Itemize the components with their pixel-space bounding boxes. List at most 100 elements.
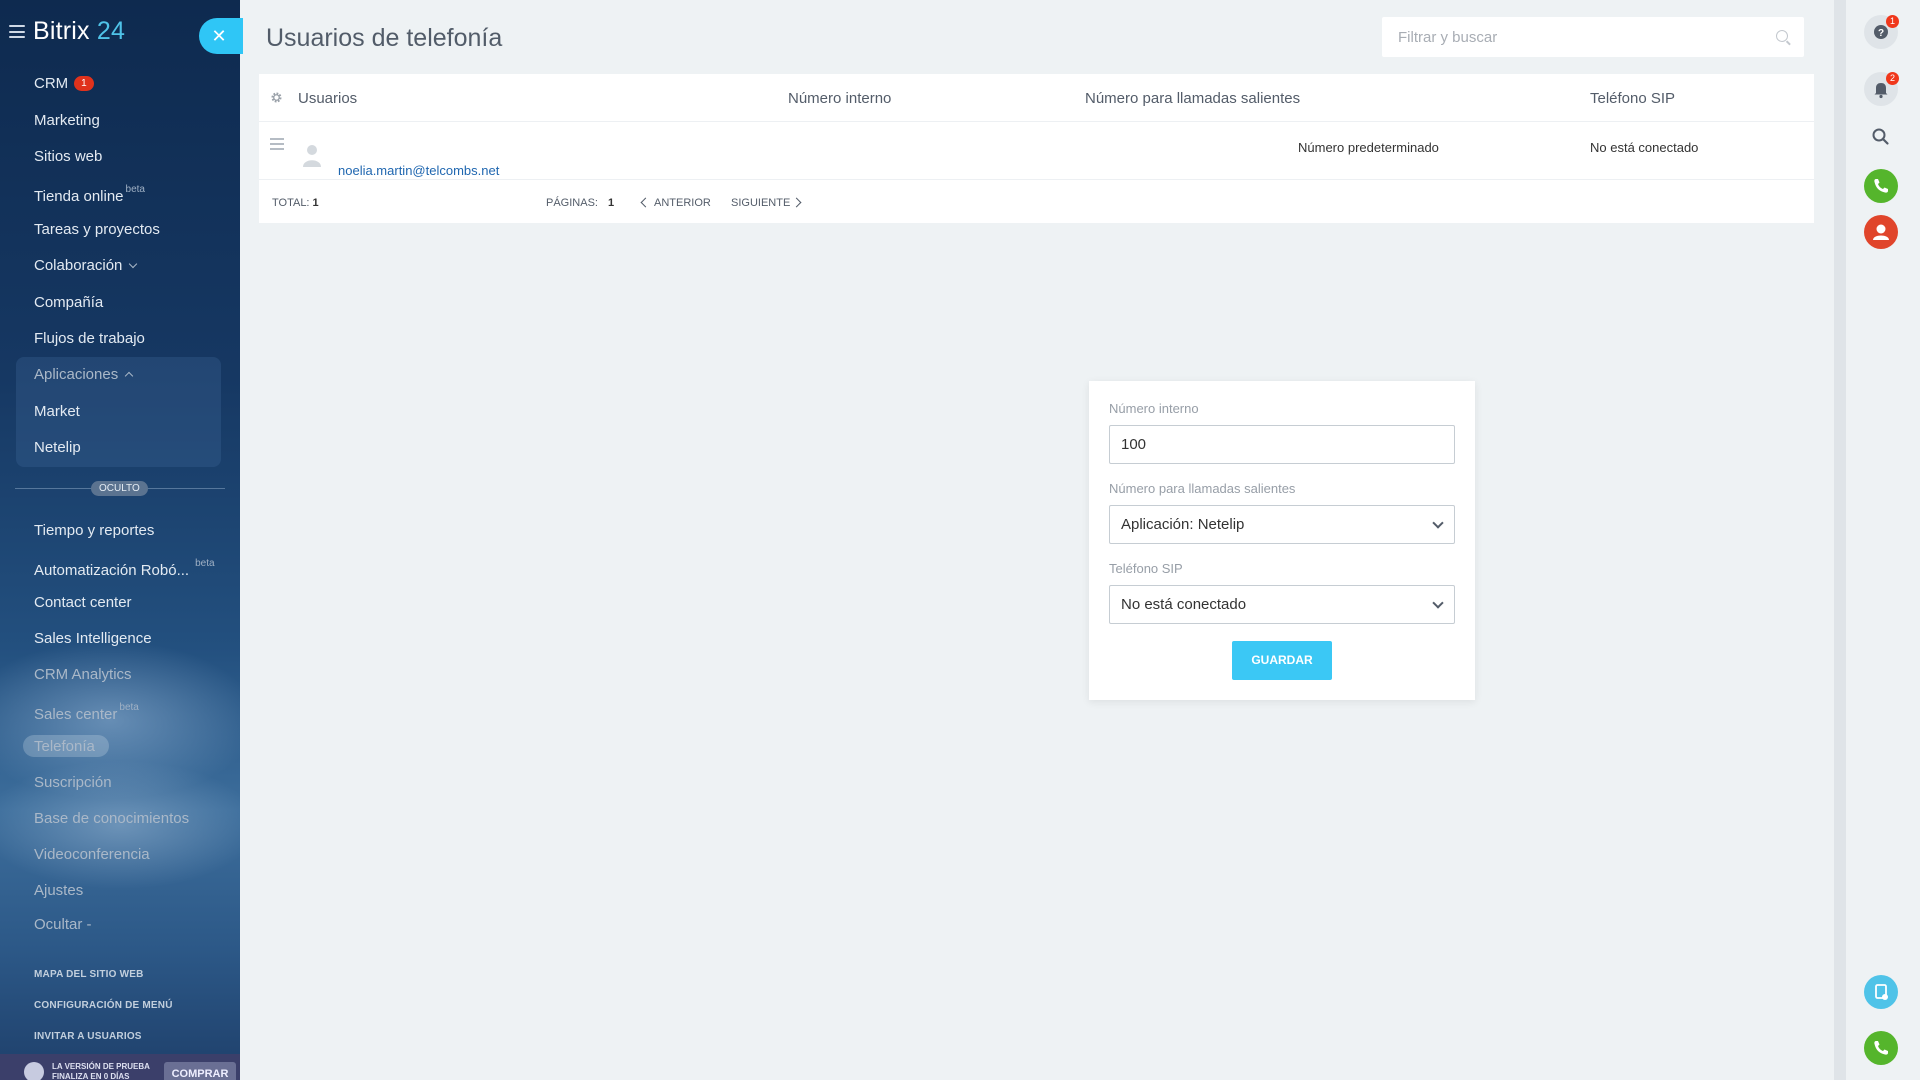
left-sidebar: Bitrix 24 CRM 1 Marketing Sitios web Tien… (0, 0, 240, 1080)
sidebar-item-label: Sales center (34, 706, 118, 723)
buy-button[interactable]: COMPRAR (164, 1062, 236, 1080)
sidebar-item-ajustes[interactable]: Ajustes (34, 882, 83, 899)
prev-label: ANTERIOR (654, 197, 711, 209)
users-grid: Usuarios Número interno Número para llam… (259, 74, 1814, 223)
chevron-down-icon (1432, 597, 1444, 609)
notifications-badge: 2 (1886, 72, 1899, 85)
sidebar-item-flujos-de-trabajo[interactable]: Flujos de trabajo (34, 330, 145, 347)
document-chat-icon (1875, 984, 1888, 1000)
help-button[interactable]: ? 1 (1864, 15, 1899, 49)
sidebar-item-marketing[interactable]: Marketing (34, 112, 100, 129)
sidebar-item-automatizacion[interactable]: Automatización Robó... beta (34, 558, 215, 579)
sidebar-item-label: Aplicaciones (34, 366, 119, 383)
sidebar-item-market[interactable]: Market (34, 403, 80, 420)
grid-header: Usuarios Número interno Número para llam… (259, 74, 1814, 122)
close-icon: ✕ (211, 26, 227, 46)
menu-settings-link[interactable]: CONFIGURACIÓN DE MENÚ (34, 1000, 173, 1011)
internal-number-label: Número interno (1109, 401, 1199, 416)
telephony-button[interactable] (1864, 169, 1898, 203)
outgoing-number-label: Número para llamadas salientes (1109, 481, 1296, 496)
column-header-usuarios[interactable]: Usuarios (298, 90, 357, 107)
sidebar-item-aplicaciones[interactable]: Aplicaciones (34, 366, 134, 383)
sidebar-item-contact-center[interactable]: Contact center (34, 594, 132, 611)
sidebar-item-tareas[interactable]: Tareas y proyectos (34, 221, 160, 238)
sidebar-item-sales-center[interactable]: Sales center beta (34, 702, 139, 723)
grid-footer: TOTAL: 1 PÁGINAS: 1 ANTERIOR SIGUIENTE (259, 180, 1814, 223)
search-input[interactable] (1382, 17, 1762, 57)
sidebar-item-sales-intelligence[interactable]: Sales Intelligence (34, 630, 152, 647)
search-icon[interactable] (1776, 30, 1788, 42)
sidebar-item-crm-analytics[interactable]: CRM Analytics (34, 666, 132, 683)
next-page-link[interactable]: SIGUIENTE (731, 197, 802, 209)
sidebar-item-ocultar[interactable]: Ocultar - (34, 916, 92, 933)
right-panel: ? 1 2 (1834, 0, 1920, 1080)
bitrix24-logo[interactable]: Bitrix 24 (33, 17, 125, 46)
sidebar-item-netelip[interactable]: Netelip (34, 439, 81, 456)
phone-icon (1874, 179, 1888, 193)
total-label: TOTAL: (272, 197, 310, 209)
sidebar-item-label: Colaboración (34, 257, 123, 274)
user-email-link[interactable]: noelia.martin@telcombs.net (338, 163, 499, 178)
sidebar-item-label: Tienda online (34, 188, 124, 205)
hamburger-menu-icon[interactable] (9, 25, 25, 38)
row-menu-icon[interactable] (270, 138, 284, 153)
sidebar-item-tienda-online[interactable]: Tienda online beta (34, 184, 145, 205)
sitemap-link[interactable]: MAPA DEL SITIO WEB (34, 969, 144, 980)
sidebar-item-tiempo-reportes[interactable]: Tiempo y reportes (34, 522, 154, 539)
chat-button[interactable] (1864, 975, 1898, 1009)
cell-numero-salientes: Número predeterminado (1298, 140, 1439, 155)
chevron-up-icon (124, 371, 134, 381)
trial-banner: LA VERSIÓN DE PRUEBA FINALIZA EN 0 DÍAS … (0, 1054, 240, 1080)
sidebar-item-compania[interactable]: Compañía (34, 294, 103, 311)
column-header-telefono-sip[interactable]: Teléfono SIP (1590, 90, 1675, 107)
close-sidebar-button[interactable]: ✕ (199, 18, 243, 54)
beta-tag: beta (195, 558, 215, 569)
search-button[interactable] (1864, 120, 1898, 154)
beta-tag: beta (119, 702, 139, 713)
gear-icon[interactable] (270, 91, 283, 104)
search-icon (1872, 128, 1889, 145)
main-content: Usuarios de telefonía Usuarios Número in… (240, 0, 1834, 1080)
previous-page-link[interactable]: ANTERIOR (640, 197, 711, 209)
sidebar-item-base-conocimientos[interactable]: Base de conocimientos (34, 810, 189, 827)
total-value: 1 (312, 197, 319, 209)
sidebar-item-sitios-web[interactable]: Sitios web (34, 148, 102, 165)
logo-text: Bitrix (33, 17, 90, 45)
call-button[interactable] (1864, 1031, 1898, 1065)
sidebar-item-telefonia[interactable]: Telefonía (34, 738, 95, 755)
invite-users-link[interactable]: INVITAR A USUARIOS (34, 1031, 142, 1042)
sidebar-item-label: Automatización Robó... (34, 562, 190, 579)
phone-icon (1874, 1041, 1888, 1055)
user-icon (1873, 224, 1889, 240)
cell-telefono-sip: No está conectado (1590, 140, 1699, 155)
save-button[interactable]: GUARDAR (1232, 641, 1332, 680)
logo-number: 24 (96, 17, 126, 45)
next-label: SIGUIENTE (731, 197, 791, 209)
user-settings-popup: Número interno 100 Número para llamadas … (1089, 381, 1475, 700)
sidebar-item-crm[interactable]: CRM 1 (34, 75, 94, 92)
sidebar-item-videoconferencia[interactable]: Videoconferencia (34, 846, 150, 863)
crm-counter-badge: 1 (74, 76, 94, 91)
hidden-section-label: OCULTO (91, 481, 148, 496)
sip-phone-value: No está conectado (1121, 596, 1247, 613)
sidebar-item-suscripcion[interactable]: Suscripción (34, 774, 112, 791)
filter-search-box[interactable] (1382, 17, 1804, 57)
user-profile-button[interactable] (1864, 215, 1898, 249)
current-page[interactable]: 1 (608, 197, 614, 209)
pages-label: PÁGINAS: (546, 197, 598, 209)
notifications-button[interactable]: 2 (1864, 72, 1899, 106)
trial-clock-icon (24, 1062, 44, 1080)
column-header-numero-interno[interactable]: Número interno (788, 90, 891, 107)
internal-number-input[interactable]: 100 (1109, 425, 1455, 464)
sip-phone-select[interactable]: No está conectado (1109, 585, 1455, 624)
outgoing-number-value: Aplicación: Netelip (1121, 516, 1245, 533)
sidebar-item-colaboracion[interactable]: Colaboración (34, 257, 138, 274)
outgoing-number-select[interactable]: Aplicación: Netelip (1109, 505, 1455, 544)
trial-text: LA VERSIÓN DE PRUEBA FINALIZA EN 0 DÍAS (52, 1062, 150, 1080)
column-header-numero-salientes[interactable]: Número para llamadas salientes (1085, 90, 1300, 107)
chevron-down-icon (1432, 517, 1444, 529)
chevron-down-icon (129, 259, 138, 269)
beta-tag: beta (125, 184, 145, 195)
sip-phone-label: Teléfono SIP (1109, 561, 1183, 576)
svg-text:?: ? (1878, 28, 1884, 39)
